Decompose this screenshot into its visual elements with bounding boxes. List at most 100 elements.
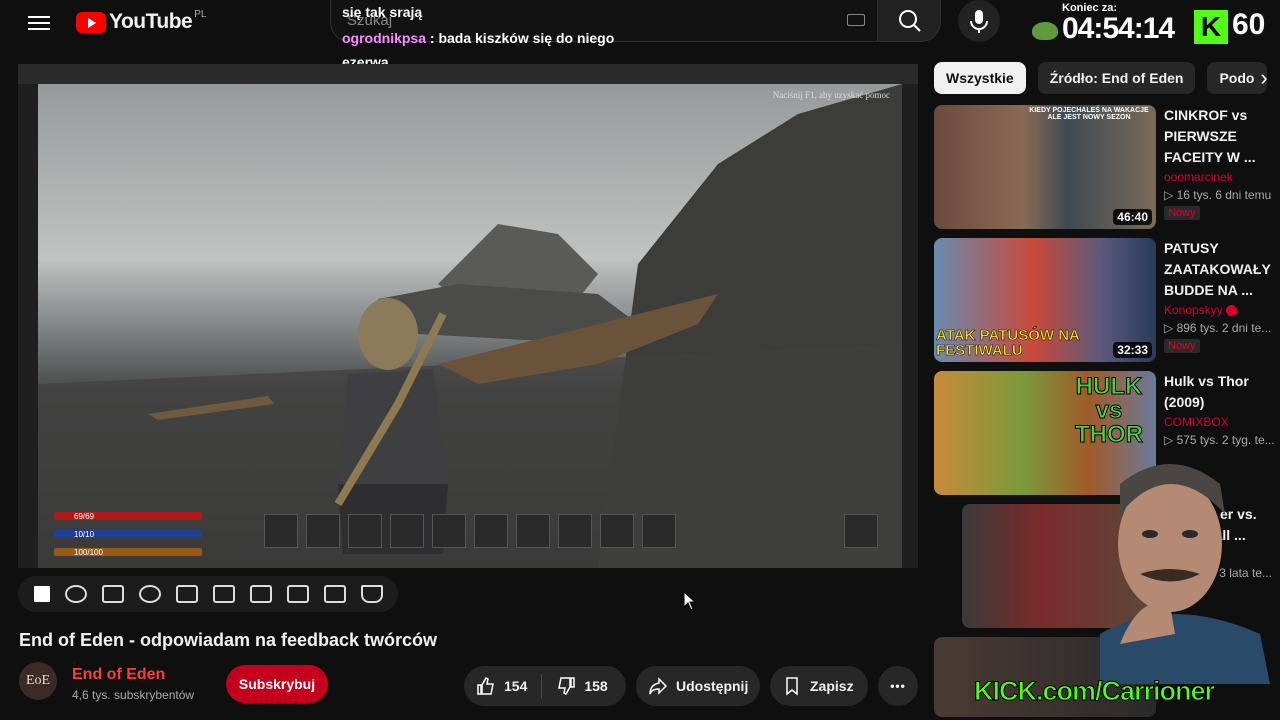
youtube-logo[interactable]: YouTube PL — [76, 8, 207, 34]
broadcast-icon[interactable] — [65, 585, 87, 603]
stream-chat-overlay: się tak srają ogrodnikpsa : bada kiszków… — [342, 0, 614, 74]
video-duration: 32:33 — [1113, 342, 1152, 358]
like-button[interactable]: 154 — [476, 676, 527, 696]
play-icon: ▷ — [1164, 188, 1177, 202]
subscribe-button[interactable]: Subskrybuj — [226, 665, 328, 703]
recommendation-title[interactable]: PATUSY ZAATAKOWAŁY BUDDE NA ... — [1164, 238, 1280, 301]
chevron-right-icon[interactable]: › — [1250, 64, 1278, 92]
more-actions-button[interactable]: ••• — [878, 666, 918, 706]
loop-icon[interactable] — [250, 585, 272, 603]
channel-name[interactable]: End of Eden — [72, 666, 165, 684]
recommendation-channel-name: Konopskyy — [1164, 303, 1223, 317]
recommendation-meta-text: 16 tys. 6 dni temu — [1176, 188, 1272, 202]
chip-all[interactable]: Wszystkie — [934, 62, 1026, 94]
dislike-button[interactable]: 158 — [556, 676, 608, 696]
search-icon — [899, 10, 921, 32]
hotbar-slot — [390, 514, 424, 548]
frog-emote-icon — [1032, 22, 1058, 40]
logo-text: YouTube — [109, 10, 193, 33]
play-icon: ▷ — [1164, 321, 1177, 335]
hotbar-slot — [844, 514, 878, 548]
unity-game-toolbar — [18, 64, 918, 84]
channel-avatar[interactable]: EoE — [19, 662, 57, 700]
microphone-icon — [970, 10, 988, 33]
flask-icon[interactable] — [361, 585, 383, 603]
player-extension-toolbar — [18, 576, 398, 612]
youtube-play-icon — [76, 11, 106, 33]
hotbar-slot — [306, 514, 340, 548]
screenshot-icon[interactable] — [287, 585, 309, 603]
channel-subscriber-count: 4,6 tys. subskrybentów — [72, 688, 195, 702]
save-label: Zapisz — [810, 678, 854, 694]
game-scene-art — [38, 84, 902, 568]
timer-value: 04:54:14 — [1062, 12, 1175, 45]
mouse-cursor-icon — [683, 591, 697, 611]
kick-url-overlay: KICK.com/Carrioner — [973, 676, 1215, 707]
search-button[interactable] — [877, 0, 941, 42]
split-icon[interactable] — [213, 585, 235, 603]
recommendation-info: CINKROF vs PIERWSZE FACEITY W ... ooomar… — [1164, 105, 1280, 221]
keyboard-icon[interactable] — [847, 14, 865, 26]
verified-icon — [1226, 305, 1238, 317]
dislike-count: 158 — [584, 678, 608, 694]
recommendation-channel[interactable]: ooomarcinek — [1164, 170, 1280, 184]
add-icon[interactable] — [176, 585, 198, 603]
video-duration: 46:40 — [1113, 209, 1152, 225]
recommendation-info: PATUSY ZAATAKOWAŁY BUDDE NA ... Konopsky… — [1164, 238, 1280, 354]
new-badge: Nowy — [1164, 206, 1200, 220]
chip-source[interactable]: Źródło: End of Eden — [1037, 62, 1196, 94]
recommendation-meta-text: 896 tys. 2 dni te... — [1176, 321, 1272, 335]
video-thumbnail[interactable]: ATAK PATUSÓW NA FESTIWALU 32:33 — [934, 238, 1156, 362]
more-icon: ••• — [890, 679, 906, 693]
masthead: YouTube PL Szukaj się tak srają ogrodnik… — [0, 0, 1280, 70]
hotbar-slot — [432, 514, 466, 548]
bookmark-icon — [786, 677, 798, 696]
share-button[interactable]: Udostępnij — [636, 666, 760, 706]
menu-icon[interactable] — [28, 12, 50, 30]
stamina-value: 100/100 — [74, 548, 103, 557]
viewer-count: 60 — [1232, 8, 1266, 41]
hotbar-slot — [474, 514, 508, 548]
recommendation-item[interactable]: ATAK PATUSÓW NA FESTIWALU 32:33 PATUSY Z… — [934, 238, 1280, 362]
hotbar-slot — [558, 514, 592, 548]
recommendation-item[interactable]: KIEDY POJECHALEŚ NA WAKACJE ALE JEST NOW… — [934, 105, 1280, 229]
hotbar-slot — [600, 514, 634, 548]
thumbs-down-icon — [558, 677, 576, 695]
save-button[interactable]: Zapisz — [770, 666, 868, 706]
speed-icon[interactable] — [139, 585, 161, 603]
thumbnail-caption: HULK vs THOR — [1075, 373, 1144, 448]
region-code: PL — [194, 8, 207, 20]
recommendation-meta: ▷ 16 tys. 6 dni temu — [1164, 188, 1280, 202]
voice-search-button[interactable] — [958, 0, 1000, 42]
mana-value: 10/10 — [74, 530, 95, 539]
chat-username: ogrodnikpsa — [342, 30, 427, 46]
recommendation-meta: ▷ 896 tys. 2 dni te... — [1164, 321, 1280, 335]
video-player[interactable]: Naciśnij F1, aby uzyskać pomoc 69/69 10/… — [18, 64, 918, 568]
hotbar-slot — [642, 514, 676, 548]
kick-logo-icon: K — [1194, 10, 1228, 44]
video-thumbnail[interactable]: KIEDY POJECHALEŚ NA WAKACJE ALE JEST NOW… — [934, 105, 1156, 229]
like-count: 154 — [504, 678, 528, 694]
related-filter-chips: Wszystkie Źródło: End of Eden Podo — [934, 62, 1268, 94]
game-scene: Naciśnij F1, aby uzyskać pomoc 69/69 10/… — [38, 84, 902, 568]
health-value: 69/69 — [74, 512, 95, 521]
chat-line: ogrodnikpsa : bada kiszków się do niego — [342, 26, 614, 50]
recommendation-channel[interactable]: COMIXBOX — [1164, 415, 1280, 429]
thumbs-up-icon — [477, 677, 494, 695]
video-title: End of Eden - odpowiadam na feedback twó… — [19, 630, 438, 650]
recommendation-channel[interactable]: Konopskyy — [1164, 303, 1280, 317]
stream-timer-overlay: Koniec za: 04:54:14 K 60 — [1032, 0, 1280, 50]
frame-icon[interactable] — [102, 585, 124, 603]
hotbar-slot — [348, 514, 382, 548]
stop-icon[interactable] — [34, 586, 50, 602]
new-badge: Nowy — [1164, 339, 1200, 353]
like-divider — [541, 674, 543, 698]
share-icon — [649, 677, 668, 695]
recommendation-title[interactable]: CINKROF vs PIERWSZE FACEITY W ... — [1164, 105, 1280, 168]
game-help-text: Naciśnij F1, aby uzyskać pomoc — [772, 90, 890, 100]
chat-line: się tak srają — [342, 4, 423, 20]
keyboard-shortcuts-icon[interactable] — [324, 585, 346, 603]
like-dislike-group: 154 158 — [464, 666, 626, 706]
share-label: Udostępnij — [676, 678, 749, 694]
recommendation-title[interactable]: Hulk vs Thor (2009) — [1164, 371, 1280, 413]
